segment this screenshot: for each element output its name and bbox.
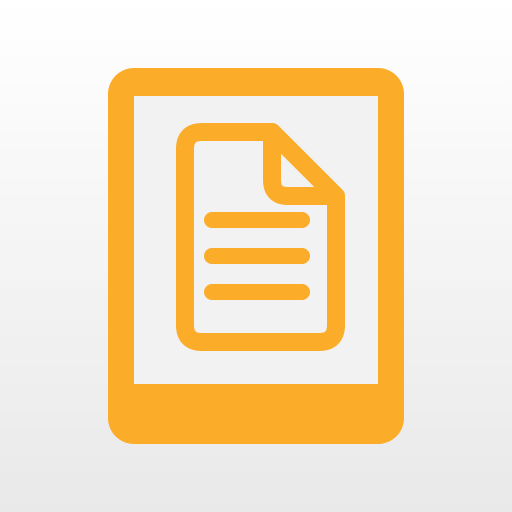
document-outline: [176, 123, 345, 351]
document-icon: [176, 123, 345, 351]
app-icon-canvas: [0, 0, 512, 512]
document-reader-icon[interactable]: [0, 0, 512, 512]
